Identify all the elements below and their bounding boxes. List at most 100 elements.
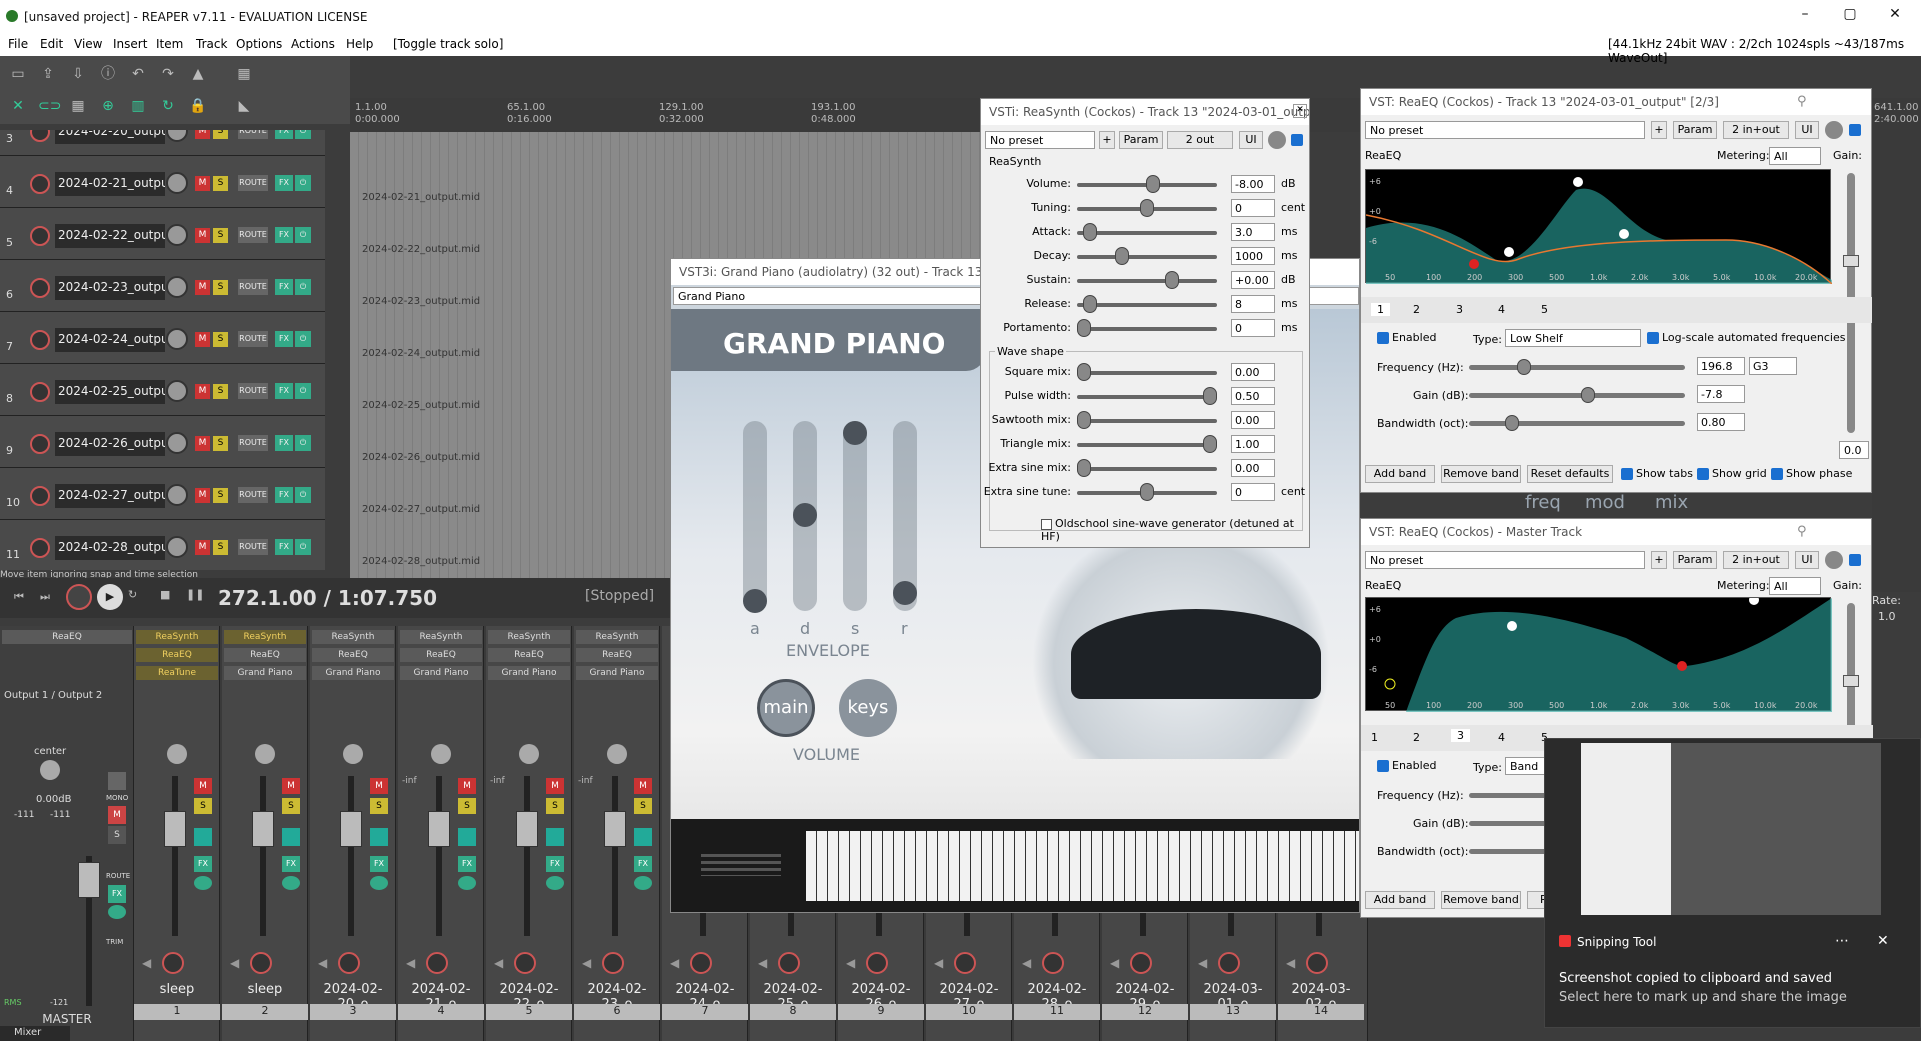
go-to-end-icon[interactable]: ⏭ [40,590,50,604]
volume-knob[interactable] [166,484,188,506]
record-arm-button[interactable] [250,952,272,974]
record-arm-button[interactable] [602,952,624,974]
preset-select[interactable]: No preset [1365,551,1645,569]
band-tab-4[interactable]: 4 [1498,303,1505,316]
more-options-icon[interactable]: ⋯ [1835,933,1849,949]
fx-bypass-icon[interactable]: ⏻ [295,435,311,451]
record-arm-button[interactable] [30,330,50,350]
volume-knob[interactable] [166,130,188,142]
remove-band-button[interactable]: Remove band [1441,465,1521,483]
window-title[interactable]: VST: ReaEQ (Cockos) - Track 13 "2024-03-… [1361,89,1871,115]
release-slider[interactable] [893,421,917,611]
route-button[interactable]: ROUTE [238,175,268,191]
piano-tab-mod[interactable]: mod [1585,492,1625,513]
param-value[interactable]: -8.00 [1231,175,1275,193]
pan-knob[interactable] [167,744,187,764]
record-arm-button[interactable] [954,952,976,974]
strip-number[interactable]: 6 [574,1004,660,1020]
bandwidth-value[interactable]: 0.80 [1697,413,1745,431]
strip-number[interactable]: 13 [1190,1004,1276,1020]
add-band-button[interactable]: Add band [1365,891,1435,909]
enabled-checkbox[interactable]: Enabled [1377,759,1436,772]
param-slider[interactable] [1077,255,1217,259]
mute-button[interactable]: M [195,488,210,503]
fx-slot[interactable]: Grand Piano [576,666,658,680]
param-value[interactable]: 0 [1231,319,1275,337]
fx-slot[interactable]: ReaEQ [136,648,218,662]
route-button[interactable]: ROUTE [238,227,268,243]
speaker-icon[interactable]: ◀ [230,956,239,970]
record-arm-button[interactable] [30,278,50,298]
show-phase-checkbox[interactable]: Show phase [1771,467,1852,480]
wet-knob[interactable] [1268,131,1286,149]
fx-slot[interactable]: ReaSynth [576,630,658,644]
close-icon[interactable]: ✕ [1877,933,1889,949]
param-value[interactable]: 0.50 [1231,387,1275,405]
mute-button[interactable]: M [195,436,210,451]
phase-icon[interactable] [546,828,564,846]
track-header[interactable]: 6 2024-02-23_outpu M S ROUTE FX ⏻ [0,260,325,312]
decay-slider[interactable] [793,421,817,611]
fx-slot[interactable]: Grand Piano [400,666,482,680]
fx-slot[interactable]: ReaEQ [312,648,394,662]
slider-knob[interactable] [1140,199,1154,217]
slider-knob[interactable] [1203,387,1217,405]
speaker-icon[interactable]: ◀ [758,956,767,970]
strip-name[interactable]: sleep [222,982,308,997]
volume-knob[interactable] [166,224,188,246]
speaker-icon[interactable]: ◀ [582,956,591,970]
mixer-tab[interactable]: Mixer [0,1026,70,1041]
menu-item[interactable]: Item [156,37,183,51]
param-button[interactable]: Param [1673,551,1717,569]
fx-bypass-icon[interactable]: ⏻ [295,130,311,139]
io-button[interactable]: 2 in+out [1723,551,1789,569]
master-fader-cap[interactable] [78,862,100,898]
param-slider[interactable] [1077,419,1217,423]
track-header[interactable]: 5 2024-02-22_outpu M S ROUTE FX ⏻ [0,208,325,260]
auto-crossfade-icon[interactable]: ⊂⊃ [38,96,61,116]
save-project-icon[interactable]: ⇩ [68,64,88,84]
redo-icon[interactable]: ↷ [158,64,178,84]
main-volume-knob[interactable]: main [757,679,815,737]
pan-knob[interactable] [343,744,363,764]
preset-add-button[interactable]: + [1651,121,1667,139]
track-name[interactable]: 2024-02-24_outpu [55,328,165,352]
track-header[interactable]: 4 2024-02-21_outpu M S ROUTE FX ⏻ [0,156,325,208]
speaker-icon[interactable]: ◀ [1110,956,1119,970]
add-band-button[interactable]: Add band [1365,465,1435,483]
strip-number[interactable]: 4 [398,1004,484,1020]
band-tab-1[interactable]: 1 [1371,731,1378,744]
strip-number[interactable]: 3 [310,1004,396,1020]
slider-knob[interactable] [893,581,917,605]
strip-number[interactable]: 12 [1102,1004,1188,1020]
track-lane[interactable] [350,132,980,184]
fx-slot[interactable]: ReaTune [136,666,218,680]
fx-button[interactable]: FX [275,331,293,347]
envelope-tool-icon[interactable]: ◣ [234,96,254,116]
solo-button[interactable]: S [458,798,476,814]
phase-icon[interactable] [370,828,388,846]
mute-button[interactable]: M [195,176,210,191]
record-arm-button[interactable] [162,952,184,974]
fx-button[interactable]: FX [275,227,293,243]
go-to-start-icon[interactable]: ⏮ [14,590,24,604]
volume-fader[interactable] [348,776,354,936]
mono-label[interactable]: MONO [106,794,128,802]
speaker-icon[interactable]: ◀ [494,956,503,970]
menu-help[interactable]: Help [346,37,373,51]
project-settings-icon[interactable]: ⓘ [98,64,118,84]
track-header[interactable]: 9 2024-02-26_outpu M S ROUTE FX ⏻ [0,416,325,468]
master-fx-icon[interactable] [108,772,126,790]
menu-lines-icon[interactable] [701,854,781,876]
enabled-checkbox[interactable]: Enabled [1377,331,1436,344]
speaker-icon[interactable]: ◀ [142,956,151,970]
slider-knob[interactable] [1505,415,1519,431]
slider-knob[interactable] [1203,435,1217,453]
record-arm-button[interactable] [30,486,50,506]
record-arm-button[interactable] [30,538,50,558]
band-tab-5[interactable]: 5 [1541,303,1548,316]
record-arm-button[interactable] [1130,952,1152,974]
play-button[interactable]: ▶ [97,584,123,610]
fader-cap[interactable] [516,811,538,847]
param-slider[interactable] [1077,371,1217,375]
